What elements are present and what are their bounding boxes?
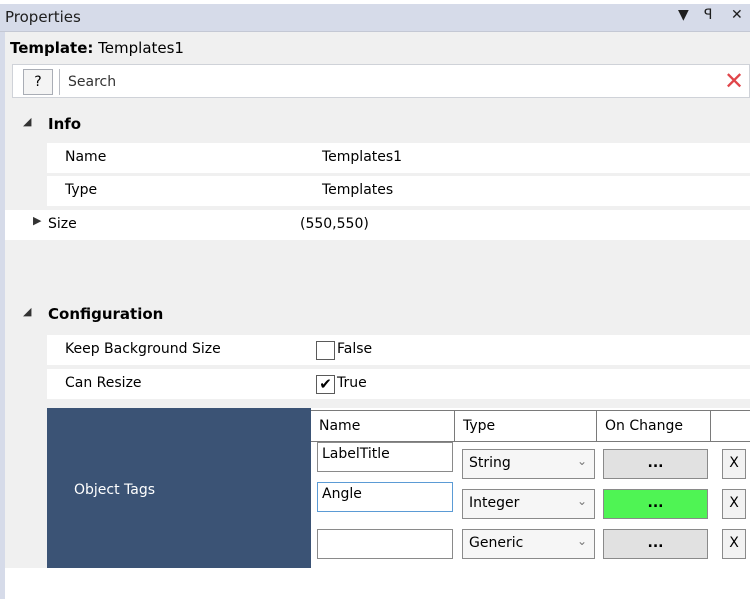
category-info[interactable]: ◢ Info: [5, 112, 750, 140]
property-key: Name: [65, 149, 107, 165]
grid-line: [311, 410, 750, 411]
column-header-remove: [711, 410, 750, 441]
column-header-on-change: On Change: [597, 410, 711, 441]
properties-panel: Template: Templates1 ? ✕ ◢ Info Name Tem…: [5, 32, 750, 599]
tag-type-value: Generic: [469, 535, 524, 551]
column-header-name: Name: [311, 410, 455, 441]
category-configuration[interactable]: ◢ Configuration: [5, 302, 750, 330]
remove-tag-button[interactable]: X: [722, 529, 746, 559]
checkbox-value: True: [337, 375, 367, 391]
property-value: (550,550): [300, 216, 369, 232]
tag-type-select[interactable]: String ⌄: [462, 449, 595, 479]
chevron-down-icon: ⌄: [576, 454, 587, 468]
property-key: Can Resize: [65, 375, 142, 391]
property-key: Type: [65, 182, 98, 198]
tag-name-input[interactable]: Angle: [317, 482, 453, 512]
chevron-down-icon: ⌄: [576, 494, 587, 508]
category-configuration-label: Configuration: [48, 305, 164, 323]
remove-tag-button[interactable]: X: [722, 449, 746, 479]
dropdown-icon[interactable]: ▼: [678, 7, 689, 23]
template-header: Template: Templates1: [10, 39, 184, 57]
panel-empty-area: [5, 568, 750, 599]
pin-icon[interactable]: ꟼ: [704, 7, 712, 23]
property-row-name[interactable]: Name Templates1: [47, 143, 750, 173]
properties-titlebar: Properties ▼ ꟼ ✕: [0, 4, 750, 32]
expand-triangle-icon[interactable]: ▶: [33, 214, 41, 227]
on-change-button[interactable]: ...: [603, 529, 708, 559]
template-label: Template:: [10, 39, 94, 57]
keep-background-size-checkbox[interactable]: [316, 341, 335, 360]
help-button[interactable]: ?: [23, 69, 53, 95]
property-key: Size: [48, 216, 77, 232]
tag-name-input[interactable]: [317, 529, 453, 559]
collapse-triangle-icon[interactable]: ◢: [23, 305, 31, 318]
category-info-label: Info: [48, 115, 82, 133]
on-change-button[interactable]: ...: [603, 449, 708, 479]
checkbox-value: False: [337, 341, 373, 357]
tag-type-select[interactable]: Generic ⌄: [462, 529, 595, 559]
property-row-keep-background-size[interactable]: Keep Background Size False: [47, 335, 750, 365]
can-resize-checkbox[interactable]: ✔: [316, 375, 335, 394]
column-header-type: Type: [455, 410, 597, 441]
tag-type-select[interactable]: Integer ⌄: [462, 489, 595, 519]
window-title: Properties: [5, 8, 81, 26]
object-tags-label: Object Tags: [74, 482, 156, 498]
close-icon[interactable]: ✕: [731, 7, 743, 23]
search-bar: ? ✕: [12, 64, 750, 98]
template-name: Templates1: [98, 39, 184, 57]
tag-name-input[interactable]: LabelTitle: [317, 442, 453, 472]
tag-type-value: String: [469, 455, 511, 471]
remove-tag-button[interactable]: X: [722, 489, 746, 519]
property-value: Templates: [322, 182, 394, 198]
property-row-size[interactable]: ▶ Size (550,550): [5, 210, 750, 240]
property-value: Templates1: [322, 149, 403, 165]
property-row-type[interactable]: Type Templates: [47, 176, 750, 206]
chevron-down-icon: ⌄: [576, 534, 587, 548]
object-tags-property: Object Tags Name Type On Change LabelTit…: [47, 408, 750, 568]
property-row-can-resize[interactable]: Can Resize ✔ True: [47, 369, 750, 399]
collapse-triangle-icon[interactable]: ◢: [23, 115, 31, 128]
tag-type-value: Integer: [469, 495, 520, 511]
property-key: Keep Background Size: [65, 341, 221, 357]
search-input[interactable]: [59, 69, 747, 95]
object-tags-label-cell: Object Tags: [47, 408, 311, 568]
object-tags-grid: Name Type On Change LabelTitle String ⌄ …: [311, 410, 750, 568]
on-change-button-highlighted[interactable]: ...: [603, 489, 708, 519]
clear-search-icon[interactable]: ✕: [724, 65, 744, 97]
